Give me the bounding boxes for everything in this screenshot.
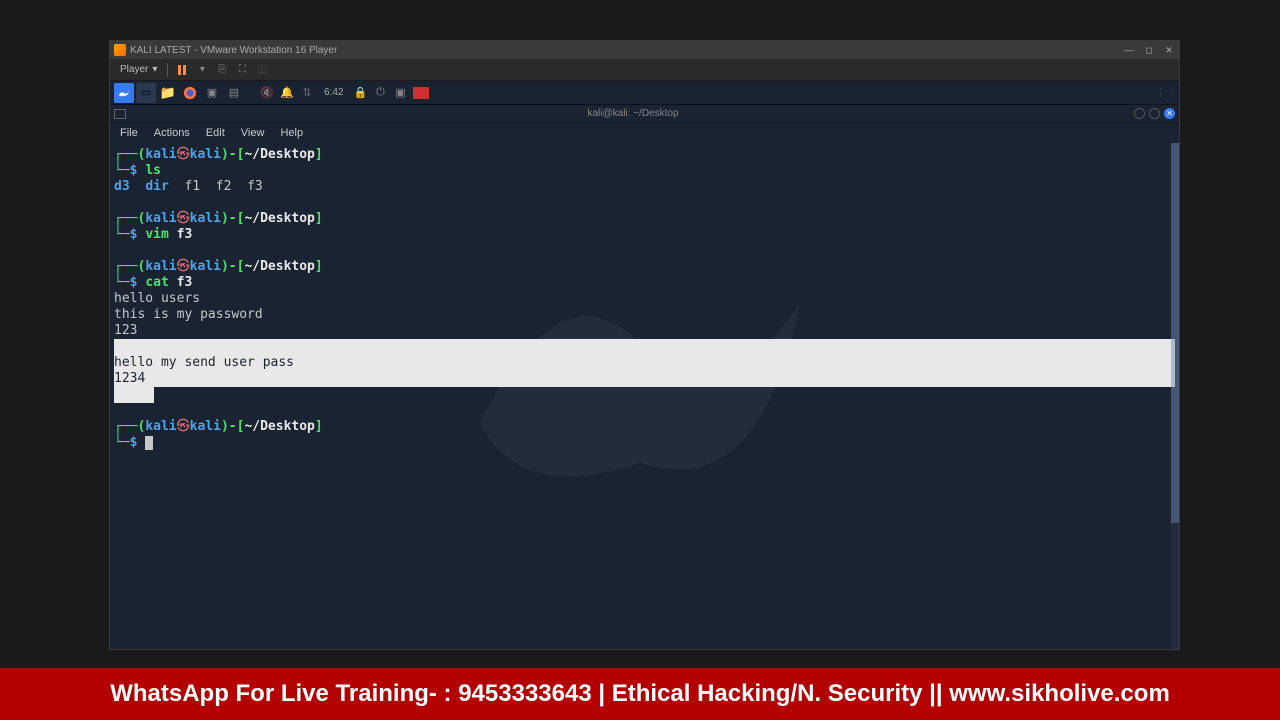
terminal-menubar: File Actions Edit View Help [110,123,1179,143]
chevron-down-icon: ▾ [152,64,157,75]
pause-vm-button[interactable] [174,62,190,78]
kali-top-panel: ▭ 📁 ▣ ▤ 🔇 🔔 ⇅ 6:42 🔒 ⏻ ▣ ⋮⋮ [110,81,1179,105]
vmware-window: KALI LATEST - VMware Workstation 16 Play… [109,40,1180,650]
clock[interactable]: 6:42 [318,87,349,98]
vmware-toolbar: Player ▾ ▾ ⎘ ⛶ ◫ [110,59,1179,81]
cat-output-1: hello users [114,291,1175,307]
menu-file[interactable]: File [114,125,144,141]
record-icon[interactable] [411,83,431,103]
command-line-4: └─$ [114,435,1175,451]
lock-icon[interactable]: 🔒 [351,84,369,102]
audio-muted-icon[interactable]: 🔇 [258,84,276,102]
prompt-line-1: ┌──(kali㉿kali)-[~/Desktop] [114,147,1175,163]
unity-button[interactable]: ◫ [254,62,270,78]
prompt-line-2: ┌──(kali㉿kali)-[~/Desktop] [114,211,1175,227]
vmware-icon [114,44,126,56]
terminal-minimize-button[interactable] [1134,108,1145,119]
power-dropdown-button[interactable]: ▾ [194,62,210,78]
command-line-2: └─$ vim f3 [114,227,1175,243]
send-ctrl-alt-del-button[interactable]: ⎘ [214,62,230,78]
cat-output-2: this is my password [114,307,1175,323]
power-icon[interactable]: ⏻ [371,84,389,102]
ls-output: d3 dir f1 f2 f3 [114,179,1175,195]
panel-handle-icon[interactable]: ⋮⋮ [1157,84,1175,102]
terminal-title-icon [114,109,126,119]
terminal-scrollbar[interactable] [1171,143,1179,649]
terminal-body[interactable]: ┌──(kali㉿kali)-[~/Desktop] └─$ ls d3 dir… [110,143,1179,649]
minimize-button[interactable]: — [1123,44,1135,56]
prompt-line-3: ┌──(kali㉿kali)-[~/Desktop] [114,259,1175,275]
red-square-icon [413,87,429,99]
selected-partial-line [114,387,1175,403]
terminal-title: kali@kali: ~/Desktop [132,108,1134,119]
menu-actions[interactable]: Actions [148,125,196,141]
player-menu-label: Player [120,64,148,75]
selected-line-6: 1234 [114,371,1175,387]
separator [167,63,168,77]
vmware-titlebar: KALI LATEST - VMware Workstation 16 Play… [110,41,1179,59]
vm-guest-display: ▭ 📁 ▣ ▤ 🔇 🔔 ⇅ 6:42 🔒 ⏻ ▣ ⋮⋮ kali@kali: ~… [110,81,1179,649]
terminal-window: kali@kali: ~/Desktop ✕ File Actions Edit… [110,105,1179,649]
terminal-icon[interactable]: ▣ [202,83,222,103]
file-manager-icon[interactable]: 📁 [158,83,178,103]
scrollbar-thumb[interactable] [1171,143,1179,523]
command-line-3: └─$ cat f3 [114,275,1175,291]
menu-help[interactable]: Help [274,125,309,141]
dragon-icon [117,86,131,100]
menu-view[interactable]: View [235,125,271,141]
show-desktop-icon[interactable]: ▭ [136,83,156,103]
fullscreen-button[interactable]: ⛶ [234,62,250,78]
terminal-shortcut-icon[interactable]: ▣ [391,84,409,102]
editor-icon[interactable]: ▤ [224,83,244,103]
vmware-title: KALI LATEST - VMware Workstation 16 Play… [130,45,1123,56]
menu-edit[interactable]: Edit [200,125,231,141]
usb-icon[interactable]: ⇅ [298,84,316,102]
terminal-titlebar: kali@kali: ~/Desktop ✕ [110,105,1179,123]
command-line-1: └─$ ls [114,163,1175,179]
footer-banner: WhatsApp For Live Training- : 9453333643… [0,668,1280,720]
kali-menu-icon[interactable] [114,83,134,103]
maximize-button[interactable]: ◻ [1143,44,1155,56]
prompt-line-4: ┌──(kali㉿kali)-[~/Desktop] [114,419,1175,435]
cursor-icon [145,436,153,450]
cat-output-3: 123 [114,323,1175,339]
terminal-close-button[interactable]: ✕ [1164,108,1175,119]
terminal-maximize-button[interactable] [1149,108,1160,119]
firefox-logo-icon [183,86,197,100]
selected-line-5: hello my send user pass [114,355,1175,371]
pause-icon [178,65,186,75]
firefox-icon[interactable] [180,83,200,103]
player-menu[interactable]: Player ▾ [114,62,163,77]
selected-blank-line [114,339,1175,355]
close-button[interactable]: ✕ [1163,44,1175,56]
notification-icon[interactable]: 🔔 [278,84,296,102]
footer-text: WhatsApp For Live Training- : 9453333643… [110,680,1170,708]
